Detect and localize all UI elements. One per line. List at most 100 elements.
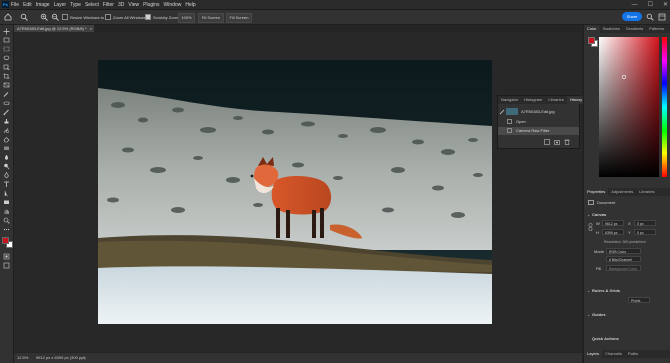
eraser-icon[interactable]: [3, 136, 10, 143]
zoom-100-button[interactable]: 100%: [178, 13, 195, 23]
x-field[interactable]: 0 px: [634, 220, 656, 226]
menu-file[interactable]: File: [11, 2, 19, 8]
tab-histogram[interactable]: Histogram: [521, 96, 545, 104]
width-field[interactable]: 9612 px: [602, 220, 624, 226]
bit-depth-select[interactable]: 8 Bits/Channel: [606, 256, 641, 262]
canvas-section-header[interactable]: Canvas: [592, 212, 606, 217]
chevron-down-icon[interactable]: ⌄: [587, 212, 590, 217]
edit-toolbar-icon[interactable]: [3, 226, 10, 232]
minimize-icon[interactable]: —: [632, 2, 638, 8]
blur-icon[interactable]: [3, 154, 10, 160]
height-field[interactable]: 6399 px: [602, 229, 624, 235]
document-canvas-photo[interactable]: [98, 60, 492, 324]
color-picker-field[interactable]: [599, 37, 659, 177]
quick-actions-section-header[interactable]: Quick Actions: [592, 336, 619, 341]
status-zoom[interactable]: 12.5%: [17, 355, 28, 360]
tab-swatches[interactable]: Swatches: [600, 25, 623, 33]
toolbar-color-swatches[interactable]: [2, 237, 13, 248]
zoom-in-icon[interactable]: [40, 13, 48, 21]
chevron-down-icon[interactable]: ⌄: [587, 288, 590, 293]
search-icon[interactable]: [646, 13, 654, 21]
close-icon[interactable]: ✕: [663, 1, 668, 8]
tab-layers[interactable]: Layers: [584, 350, 603, 358]
history-brush-icon[interactable]: [3, 127, 10, 133]
hue-slider[interactable]: [662, 37, 667, 177]
photoshop-logo-icon[interactable]: Ps: [2, 1, 9, 8]
tab-libraries[interactable]: Libraries: [545, 96, 566, 104]
screen-mode-icon[interactable]: [3, 262, 10, 269]
zoom-icon[interactable]: [3, 217, 10, 224]
menu-help[interactable]: Help: [185, 2, 195, 8]
tab-properties[interactable]: Properties: [584, 188, 609, 196]
resize-windows-checkbox[interactable]: Resize Windows to Fit: [62, 14, 110, 20]
move-icon[interactable]: [3, 28, 10, 35]
history-state[interactable]: Open: [498, 118, 579, 126]
menu-view[interactable]: View: [128, 2, 139, 8]
menu-layer[interactable]: Layer: [54, 2, 67, 8]
menu-window[interactable]: Window: [164, 2, 182, 8]
artboard-icon[interactable]: [3, 37, 10, 43]
tab-gradients[interactable]: Gradients: [623, 25, 646, 33]
brush-icon[interactable]: [3, 109, 10, 116]
ruler-unit-select[interactable]: Pixels: [628, 297, 650, 303]
mode-select[interactable]: RGB Color: [606, 248, 641, 254]
tab-paths[interactable]: Paths: [625, 350, 641, 358]
home-icon[interactable]: [4, 13, 12, 21]
rectangle-icon[interactable]: [3, 199, 10, 205]
quick-mask-icon[interactable]: [3, 253, 10, 260]
menu-filter[interactable]: Filter: [103, 2, 114, 8]
marquee-icon[interactable]: [3, 46, 10, 52]
gradient-icon[interactable]: [3, 145, 10, 151]
fill-screen-button[interactable]: Fill Screen: [226, 13, 252, 23]
zoom-out-icon[interactable]: [51, 13, 59, 21]
menu-type[interactable]: Type: [70, 2, 81, 8]
menu-3d[interactable]: 3D: [118, 2, 124, 8]
chevron-down-icon[interactable]: ⌄: [587, 312, 590, 317]
fill-select[interactable]: Background Color: [606, 265, 641, 271]
menu-image[interactable]: Image: [36, 2, 50, 8]
path-select-icon[interactable]: [3, 190, 10, 197]
eyedropper-icon[interactable]: [3, 91, 10, 97]
foreground-color-swatch[interactable]: [2, 237, 9, 244]
tab-channels[interactable]: Channels: [602, 350, 625, 358]
scrubby-zoom-checkbox[interactable]: Scrubby Zoom: [145, 14, 179, 20]
lasso-icon[interactable]: [3, 55, 10, 61]
history-state-active[interactable]: Camera Raw Filter: [498, 127, 579, 135]
new-document-from-state-icon[interactable]: [544, 139, 550, 145]
rulers-grids-section-header[interactable]: Rulers & Grids: [592, 288, 620, 293]
share-button[interactable]: Share: [622, 12, 642, 21]
close-tab-icon[interactable]: ×: [90, 26, 92, 31]
menu-edit[interactable]: Edit: [23, 2, 32, 8]
pen-icon[interactable]: [3, 172, 10, 179]
y-field[interactable]: 0 px: [634, 229, 656, 235]
document-tab[interactable]: A7R00383-Edit.jpg @ 12.5% (RGB/8) * ×: [14, 25, 94, 32]
chevron-right-icon[interactable]: ›: [84, 355, 85, 360]
trash-icon[interactable]: [564, 139, 570, 145]
object-select-icon[interactable]: [3, 64, 10, 71]
workspace-icon[interactable]: [658, 13, 666, 21]
tab-libraries-props[interactable]: Libraries: [636, 188, 657, 196]
foreground-color-swatch[interactable]: [588, 37, 595, 44]
healing-brush-icon[interactable]: [3, 100, 10, 106]
menu-plugins[interactable]: Plugins: [143, 2, 159, 8]
brush-source-icon[interactable]: [499, 109, 505, 115]
maximize-icon[interactable]: ☐: [648, 1, 653, 8]
camera-snapshot-icon[interactable]: [554, 139, 560, 145]
tab-adjustments[interactable]: Adjustments: [608, 188, 636, 196]
crop-icon[interactable]: [3, 73, 10, 79]
guides-section-header[interactable]: Guides: [592, 312, 606, 317]
clone-stamp-icon[interactable]: [3, 118, 10, 124]
fit-screen-button[interactable]: Fit Screen: [198, 13, 224, 23]
tab-patterns[interactable]: Patterns: [646, 25, 667, 33]
color-panel-swatches[interactable]: [588, 37, 598, 47]
zoom-all-windows-checkbox[interactable]: Zoom All Windows: [105, 14, 146, 20]
tab-color[interactable]: Color: [584, 25, 600, 33]
hand-icon[interactable]: [3, 208, 10, 214]
frame-icon[interactable]: [3, 82, 10, 88]
tab-navigator[interactable]: Navigator: [498, 96, 521, 104]
type-icon[interactable]: [3, 181, 10, 187]
history-snapshot[interactable]: A7R00383-Edit.jpg: [498, 108, 579, 116]
dodge-icon[interactable]: [3, 163, 10, 170]
link-icon[interactable]: [588, 223, 593, 231]
menu-select[interactable]: Select: [85, 2, 99, 8]
